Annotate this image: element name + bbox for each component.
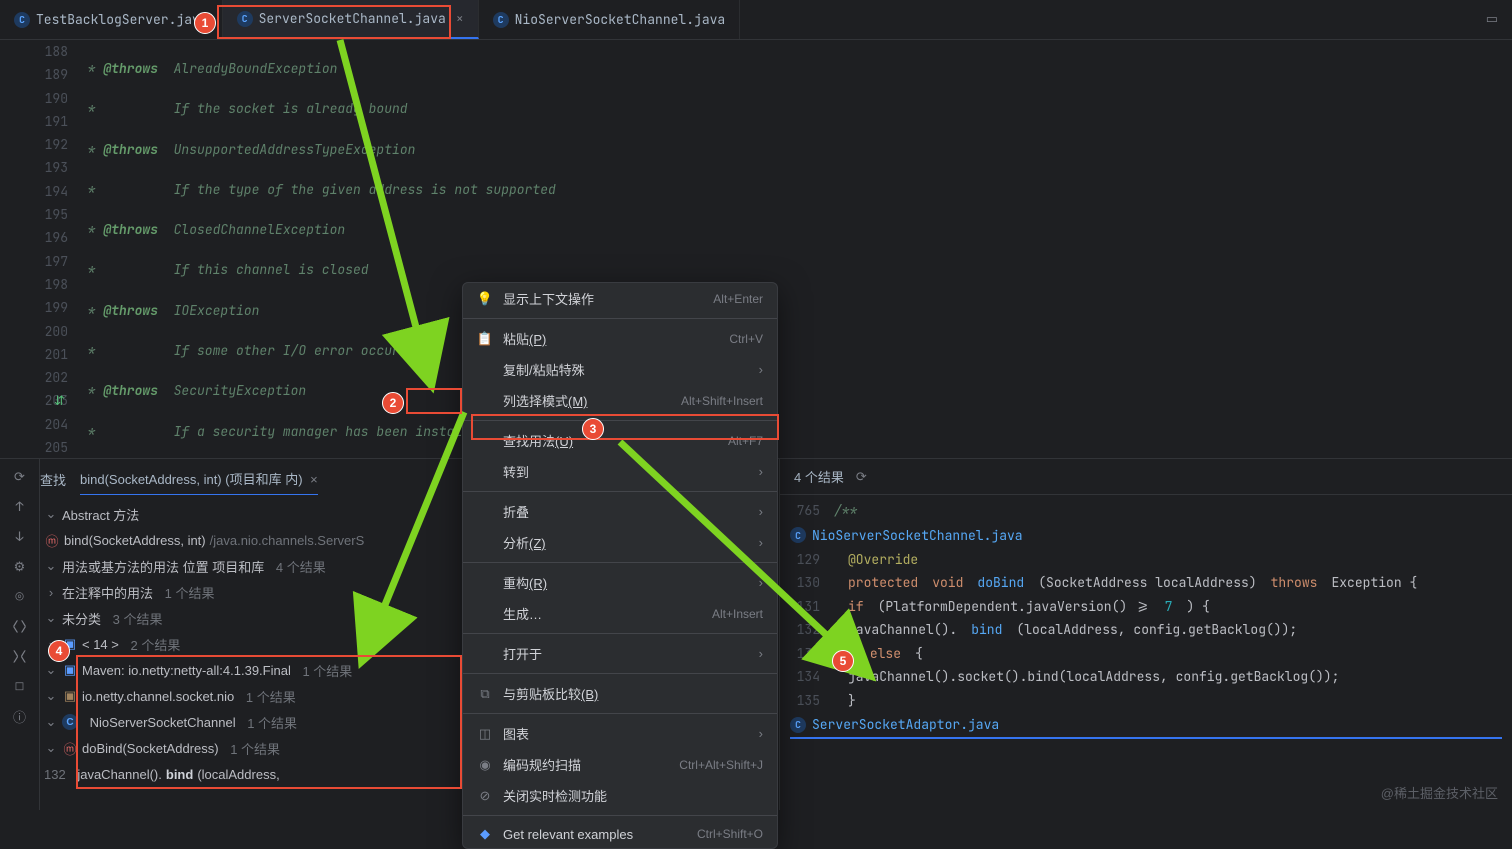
callout-box-3 [471, 414, 779, 440]
menu-paste[interactable]: 📋粘贴(P)Ctrl+V [463, 323, 777, 354]
chevron-right-icon: › [759, 464, 763, 479]
chevron-right-icon: › [759, 362, 763, 377]
tab-label: TestBacklogServer.java [36, 11, 208, 28]
chevron-right-icon: › [759, 726, 763, 741]
close-icon[interactable]: × [456, 10, 464, 27]
menu-compare-clipboard[interactable]: ⧉与剪贴板比较(B) [463, 678, 777, 709]
tab-testbacklogserver[interactable]: C TestBacklogServer.java [0, 0, 223, 39]
watermark: @稀土掘金技术社区 [1381, 783, 1498, 802]
reader-mode-icon[interactable]: ▭ [1472, 0, 1512, 39]
preview-icon[interactable]: ◎ [9, 585, 31, 607]
bulb-icon: 💡 [477, 291, 493, 307]
find-query-tab[interactable]: bind(SocketAddress, int) (项目和库 内) × [80, 463, 318, 495]
java-class-icon: C [790, 717, 806, 733]
callout-box-4 [76, 655, 462, 789]
pin-icon[interactable]: □ [9, 675, 31, 697]
find-preview-pane: 4 个结果 ⟳ 765/** CNioServerSocketChannel.j… [780, 459, 1512, 810]
override-gutter-icon[interactable]: ⇵ [54, 389, 65, 412]
preview-code[interactable]: 765/** CNioServerSocketChannel.java 129 … [780, 495, 1512, 810]
menu-fold[interactable]: 折叠› [463, 496, 777, 527]
callout-4: 4 [48, 640, 70, 662]
code-area[interactable]: * @throws AlreadyBoundException * If the… [80, 40, 1512, 460]
chevron-down-icon[interactable]: ⌄ [44, 558, 58, 574]
menu-code-scan[interactable]: ◉编码规约扫描Ctrl+Alt+Shift+J [463, 749, 777, 780]
method-icon: ⓜ [44, 532, 60, 548]
info-icon[interactable]: ⓘ [9, 705, 31, 727]
find-tab-label: 查找 [40, 464, 66, 495]
scan-icon: ◉ [477, 757, 493, 773]
expand-icon[interactable]: ⟨⟩ [9, 615, 31, 637]
preview-file-link[interactable]: CNioServerSocketChannel.java [790, 523, 1502, 548]
menu-paste-special[interactable]: 复制/粘贴特殊› [463, 354, 777, 385]
tab-label: NioServerSocketChannel.java [515, 11, 726, 28]
collapse-icon[interactable]: ⟩⟨ [9, 645, 31, 667]
java-class-icon: C [14, 12, 30, 28]
menu-refactor[interactable]: 重构(R)› [463, 567, 777, 598]
callout-box-1 [217, 5, 451, 39]
callout-5: 5 [832, 650, 854, 672]
line-gutter: 188 189 190 191 192 193 194 195 196 197 … [0, 40, 80, 460]
settings-icon[interactable]: ⚙ [9, 555, 31, 577]
chevron-right-icon: › [759, 575, 763, 590]
menu-realtime-off[interactable]: ⊘关闭实时检测功能 [463, 780, 777, 811]
chevron-down-icon[interactable]: ⌄ [44, 610, 58, 626]
diagram-icon: ◫ [477, 726, 493, 742]
chevron-down-icon[interactable]: ⌄ [44, 662, 58, 678]
java-class-icon: C [790, 527, 806, 543]
compare-icon: ⧉ [477, 686, 493, 702]
menu-open-in[interactable]: 打开于› [463, 638, 777, 669]
close-icon[interactable]: × [310, 472, 318, 487]
preview-file-link-2[interactable]: CServerSocketAdaptor.java [790, 712, 1502, 739]
refresh-icon[interactable]: ⟳ [9, 465, 31, 487]
menu-goto[interactable]: 转到› [463, 456, 777, 487]
chevron-right-icon: › [759, 504, 763, 519]
java-class-icon: C [493, 12, 509, 28]
chevron-right-icon: › [759, 646, 763, 661]
callout-box-2 [406, 388, 462, 414]
chevron-down-icon[interactable]: ⌄ [44, 506, 58, 522]
result-count: 4 个结果 [794, 467, 844, 486]
next-icon[interactable]: ↓ [9, 525, 31, 547]
menu-column-select[interactable]: 列选择模式(M)Alt+Shift+Insert [463, 385, 777, 416]
chevron-down-icon[interactable]: ⌄ [44, 688, 58, 704]
callout-3: 3 [582, 418, 604, 440]
chevron-down-icon[interactable]: ⌄ [44, 714, 58, 730]
menu-generate[interactable]: 生成…Alt+Insert [463, 598, 777, 629]
refresh-icon[interactable]: ⟳ [856, 469, 867, 485]
context-menu: 💡显示上下文操作Alt+Enter 📋粘贴(P)Ctrl+V 复制/粘贴特殊› … [462, 282, 778, 849]
menu-diagram[interactable]: ◫图表› [463, 718, 777, 749]
find-toolbar: ⟳ ↑ ↓ ⚙ ◎ ⟨⟩ ⟩⟨ □ ⓘ [0, 459, 40, 810]
tab-nioserversocketchannel[interactable]: C NioServerSocketChannel.java [479, 0, 741, 39]
examples-icon: ◆ [477, 826, 493, 842]
chevron-down-icon[interactable]: ⌄ [44, 740, 58, 756]
callout-2: 2 [382, 392, 404, 414]
paste-icon: 📋 [477, 331, 493, 347]
chevron-right-icon[interactable]: › [44, 585, 58, 600]
prev-icon[interactable]: ↑ [9, 495, 31, 517]
menu-analyze[interactable]: 分析(Z)› [463, 527, 777, 558]
menu-show-context-actions[interactable]: 💡显示上下文操作Alt+Enter [463, 283, 777, 314]
chevron-right-icon: › [759, 535, 763, 550]
stop-icon: ⊘ [477, 788, 493, 804]
menu-examples[interactable]: ◆Get relevant examplesCtrl+Shift+O [463, 820, 777, 848]
callout-1: 1 [194, 12, 216, 34]
